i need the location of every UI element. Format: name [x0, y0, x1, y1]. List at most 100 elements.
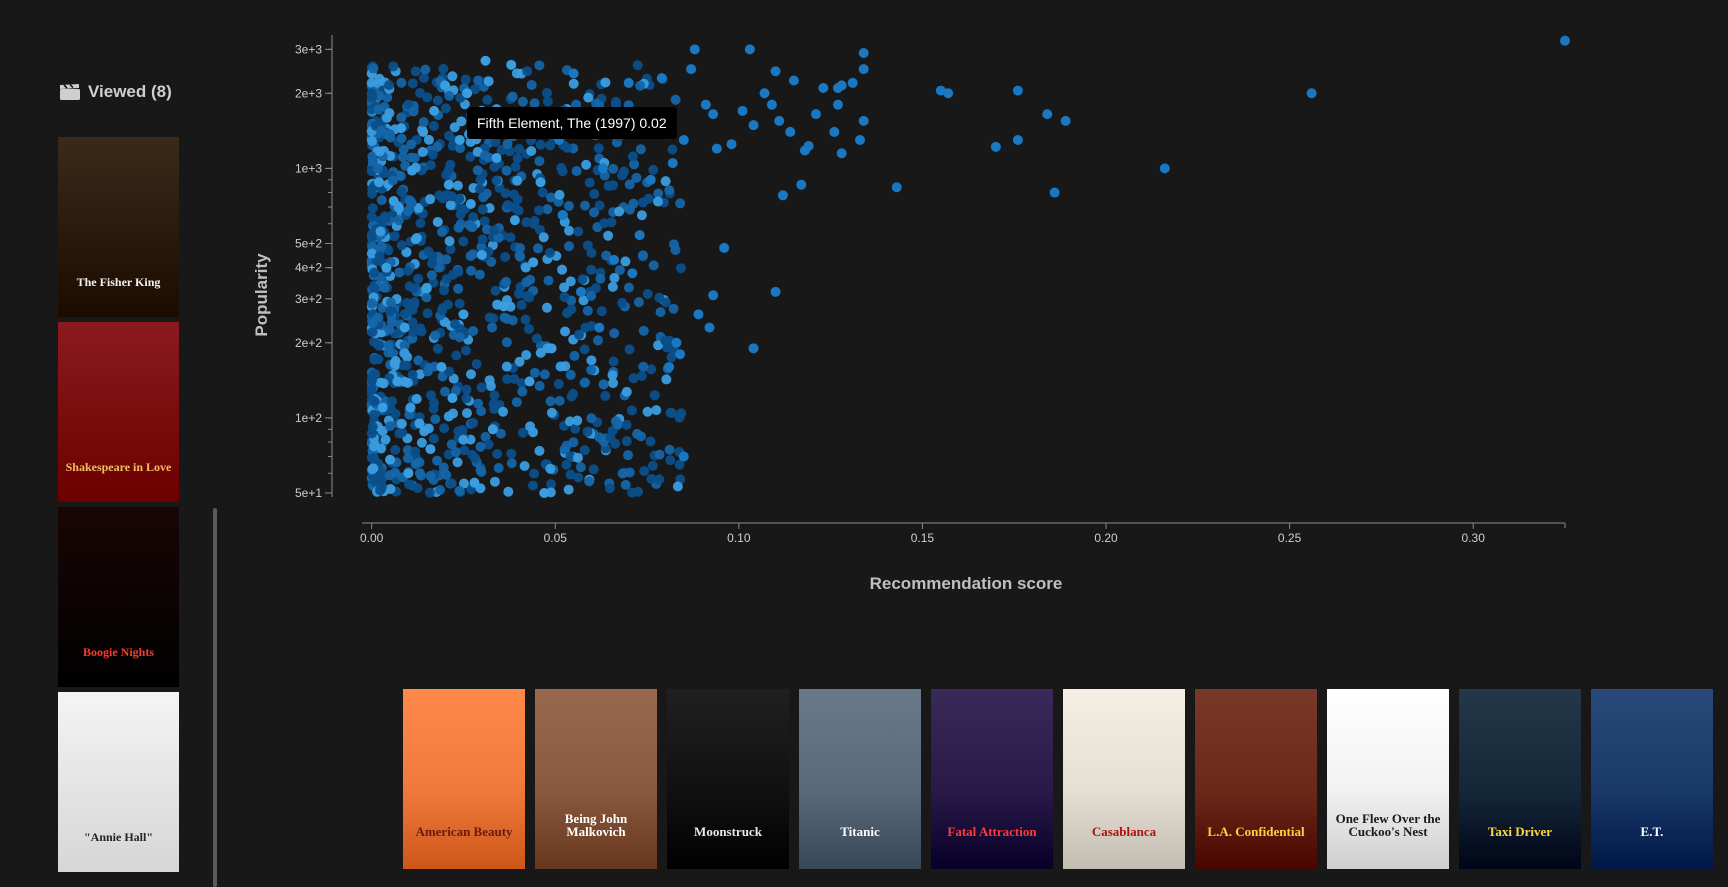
data-point	[534, 381, 545, 392]
x-tick-label: 0.10	[727, 531, 751, 545]
recommendation-poster[interactable]: L.A. Confidential	[1195, 689, 1317, 869]
data-point	[441, 169, 452, 180]
viewed-poster[interactable]: "Annie Hall"	[58, 692, 179, 872]
data-point	[528, 257, 539, 268]
recommendation-poster-title: L.A. Confidential	[1207, 824, 1305, 840]
data-point	[501, 337, 512, 348]
data-point	[445, 200, 456, 211]
data-point	[458, 309, 469, 320]
data-point	[572, 415, 583, 426]
data-point	[374, 177, 385, 188]
data-point	[1012, 134, 1023, 145]
data-point	[676, 408, 687, 419]
data-point	[545, 463, 556, 474]
data-point	[451, 350, 462, 361]
data-point	[708, 290, 719, 301]
data-point	[579, 445, 590, 456]
data-point	[392, 376, 403, 387]
data-point	[785, 126, 796, 137]
viewed-list[interactable]: The Fisher King Shakespeare in Love Boogie…	[58, 137, 179, 877]
data-point	[459, 445, 470, 456]
data-point	[609, 272, 620, 283]
data-point	[383, 340, 394, 351]
data-point	[454, 332, 465, 343]
data-point	[462, 88, 473, 99]
data-point	[498, 406, 509, 417]
data-point	[448, 269, 459, 280]
data-point	[396, 77, 407, 88]
data-point	[408, 106, 419, 117]
data-point	[600, 390, 611, 401]
sidebar-scrollbar[interactable]	[213, 508, 217, 887]
recommendation-poster[interactable]: American Beauty	[403, 689, 525, 869]
data-point	[425, 470, 436, 481]
data-point	[408, 326, 419, 337]
data-point	[422, 308, 433, 319]
data-point	[534, 445, 545, 456]
recommendation-poster-title: Casablanca	[1091, 824, 1157, 840]
data-point	[708, 109, 719, 120]
data-point	[490, 285, 501, 296]
data-point	[671, 337, 682, 348]
data-point	[592, 335, 603, 346]
data-point	[568, 388, 579, 399]
data-point	[465, 198, 476, 209]
recommendation-poster[interactable]: E.T.	[1591, 689, 1713, 869]
data-point	[407, 165, 418, 176]
data-point	[440, 103, 451, 114]
data-point	[608, 163, 619, 174]
recommendation-poster[interactable]: Being John Malkovich	[535, 689, 657, 869]
data-point	[466, 369, 477, 380]
data-point	[424, 363, 435, 374]
data-point	[517, 386, 528, 397]
data-point	[376, 195, 387, 206]
data-point	[639, 466, 650, 477]
data-point	[384, 108, 395, 119]
data-point	[405, 402, 416, 413]
recommendation-poster[interactable]: Moonstruck	[667, 689, 789, 869]
data-point	[501, 361, 512, 372]
data-point	[509, 215, 520, 226]
recommendation-poster[interactable]: Fatal Attraction	[931, 689, 1053, 869]
data-point	[770, 286, 781, 297]
data-point	[623, 77, 634, 88]
data-point	[450, 319, 461, 330]
data-point	[366, 298, 377, 309]
viewed-poster[interactable]: Boogie Nights	[58, 507, 179, 687]
data-point	[406, 139, 417, 150]
data-point	[581, 159, 592, 170]
data-point	[546, 407, 557, 418]
data-point	[571, 165, 582, 176]
data-point	[517, 96, 528, 107]
recommendation-poster[interactable]: Taxi Driver	[1459, 689, 1581, 869]
recommendations-strip[interactable]: American Beauty Being John Malkovich Moons…	[403, 689, 1713, 869]
data-point	[593, 143, 604, 154]
data-point	[614, 206, 625, 217]
data-point	[452, 457, 463, 468]
data-point	[638, 361, 649, 372]
data-point	[373, 340, 384, 351]
recommendation-poster[interactable]: Titanic	[799, 689, 921, 869]
viewed-poster[interactable]: The Fisher King	[58, 137, 179, 317]
data-point	[648, 260, 659, 271]
data-point	[737, 105, 748, 116]
data-point	[668, 303, 679, 314]
data-point	[584, 476, 595, 487]
viewed-poster[interactable]: Shakespeare in Love	[58, 322, 179, 502]
recommendation-poster[interactable]: Casablanca	[1063, 689, 1185, 869]
data-point	[678, 134, 689, 145]
recommendation-poster[interactable]: One Flew Over the Cuckoo's Nest	[1327, 689, 1449, 869]
data-point	[748, 343, 759, 354]
data-point	[596, 306, 607, 317]
data-point	[368, 441, 379, 452]
data-point	[553, 378, 564, 389]
data-point	[617, 297, 628, 308]
data-point	[584, 177, 595, 188]
data-point	[397, 427, 408, 438]
data-point	[444, 90, 455, 101]
data-point	[407, 305, 418, 316]
data-point	[396, 123, 407, 134]
recommendation-poster-title: E.T.	[1640, 824, 1664, 840]
y-tick-label: 5e+1	[295, 486, 322, 500]
data-point	[454, 298, 465, 309]
